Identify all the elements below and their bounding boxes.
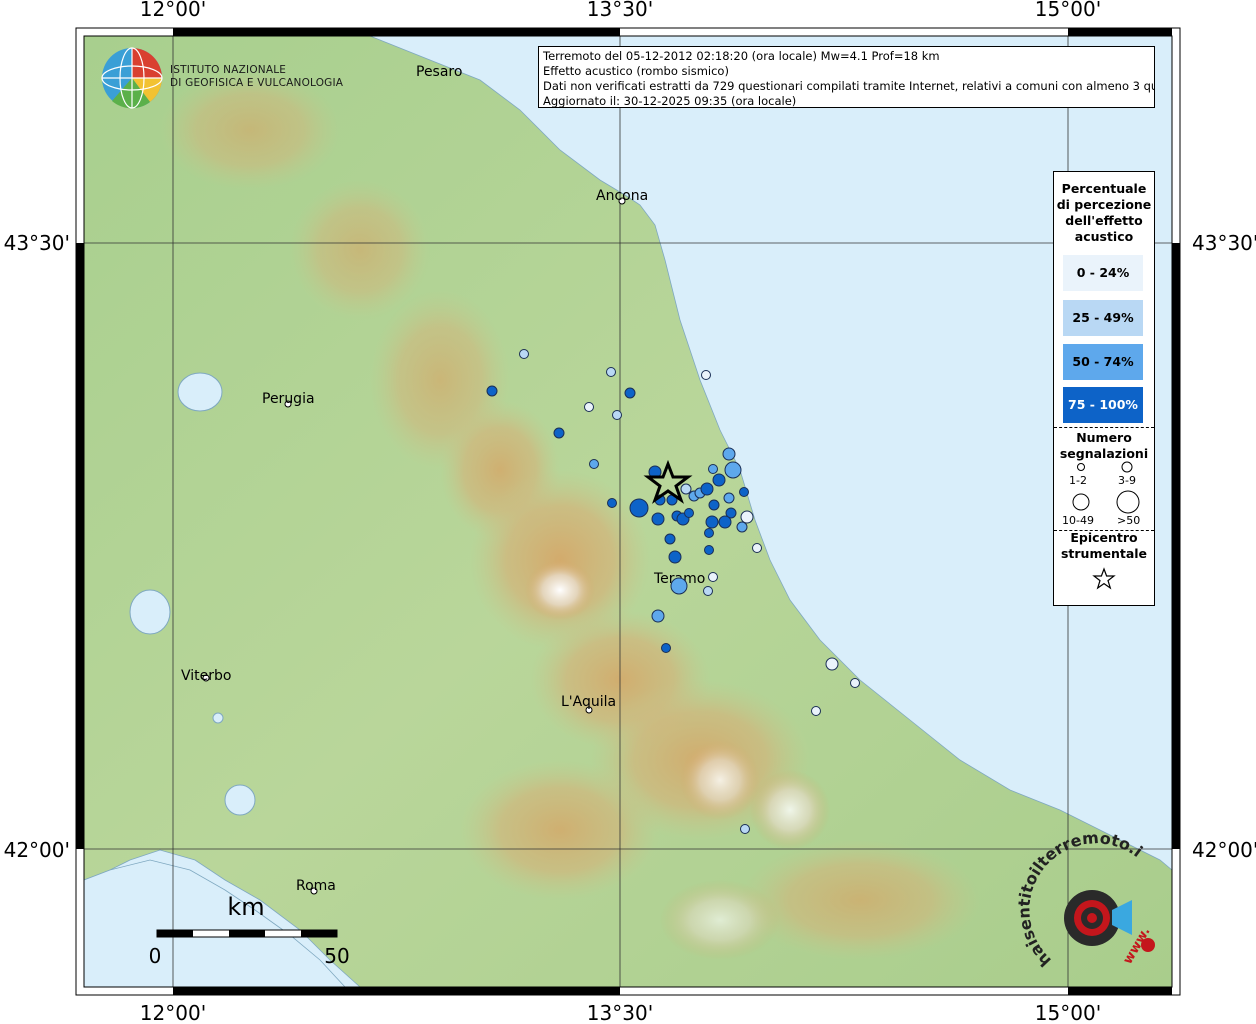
label-right-4330: 43°30' [1192,231,1256,255]
legend-class-1: 25 - 49% [1063,300,1143,336]
legend-epicenter-title-line: Epicentro [1070,530,1138,545]
legend-title-line: Percentuale [1061,181,1147,196]
legend-class-0: 0 - 24% [1063,255,1143,291]
globe-logo-icon [101,47,163,109]
label-bottom-1330: 13°30' [587,1001,653,1024]
place-ancona: Ancona [596,188,648,204]
place-viterbo: Viterbo [181,668,231,684]
label-right-42: 42°00' [1192,838,1256,862]
lake-small [212,712,224,724]
label-top-15: 15°00' [1035,0,1101,21]
legend-divider [1054,427,1154,428]
legend-title-line: dell'effetto [1065,213,1143,228]
label-bottom-12: 12°00' [140,1001,206,1024]
legend-count-title: Numero segnalazioni [1054,430,1154,462]
star-icon [1092,567,1116,590]
place-laquila: L'Aquila [561,694,616,710]
lake-bracciano [224,784,256,816]
event-info-line1: Terremoto del 05-12-2012 02:18:20 (ora l… [543,49,940,63]
legend-count-3: 10-49 [1062,514,1094,527]
scale-unit: km [227,893,264,921]
label-left-4330: 43°30' [4,231,70,255]
scale-end: 50 [324,944,349,968]
legend-class-3: 75 - 100% [1063,387,1143,423]
legend-count-4: >50 [1117,514,1141,527]
event-info-box: Terremoto del 05-12-2012 02:18:20 (ora l… [538,46,1155,108]
place-roma: Roma [296,878,336,894]
legend-epicenter-title: Epicentro strumentale [1054,530,1154,562]
label-top-1330: 13°30' [587,0,653,21]
scale-bar [156,929,338,938]
event-info-line4: Aggiornato il: 30-12-2025 09:35 (ora loc… [543,94,797,108]
legend-title-line: di percezione [1056,197,1152,212]
institute-name-line2: DI GEOFISICA E VULCANOLOGIA [170,77,344,89]
place-perugia: Perugia [262,391,315,407]
event-info-line2: Effetto acustico (rombo sismico) [543,64,729,78]
institute-name-line1: ISTITUTO NAZIONALE [170,64,287,76]
legend-title: Percentuale di percezione dell'effetto a… [1054,181,1154,245]
scale-start: 0 [149,944,162,968]
place-pesaro: Pesaro [416,64,462,80]
legend-epicenter-title-line: strumentale [1060,546,1148,561]
event-info-line3: Dati non verificati estratti da 729 ques… [543,79,1155,93]
legend-panel: Percentuale di percezione dell'effetto a… [1053,171,1155,606]
institute-name: ISTITUTO NAZIONALE DI GEOFISICA E VULCAN… [170,64,343,90]
legend-title-line: acustico [1074,229,1134,244]
legend-class-2: 50 - 74% [1063,344,1143,380]
legend-count-title-line: Numero [1076,430,1132,445]
label-left-42: 42°00' [4,838,70,862]
lake-bolsena [129,589,171,635]
lake-trasimeno [177,372,223,412]
label-bottom-15: 15°00' [1035,1001,1101,1024]
legend-count-1: 1-2 [1069,474,1087,487]
legend-count-2: 3-9 [1118,474,1136,487]
label-top-12: 12°00' [140,0,206,21]
